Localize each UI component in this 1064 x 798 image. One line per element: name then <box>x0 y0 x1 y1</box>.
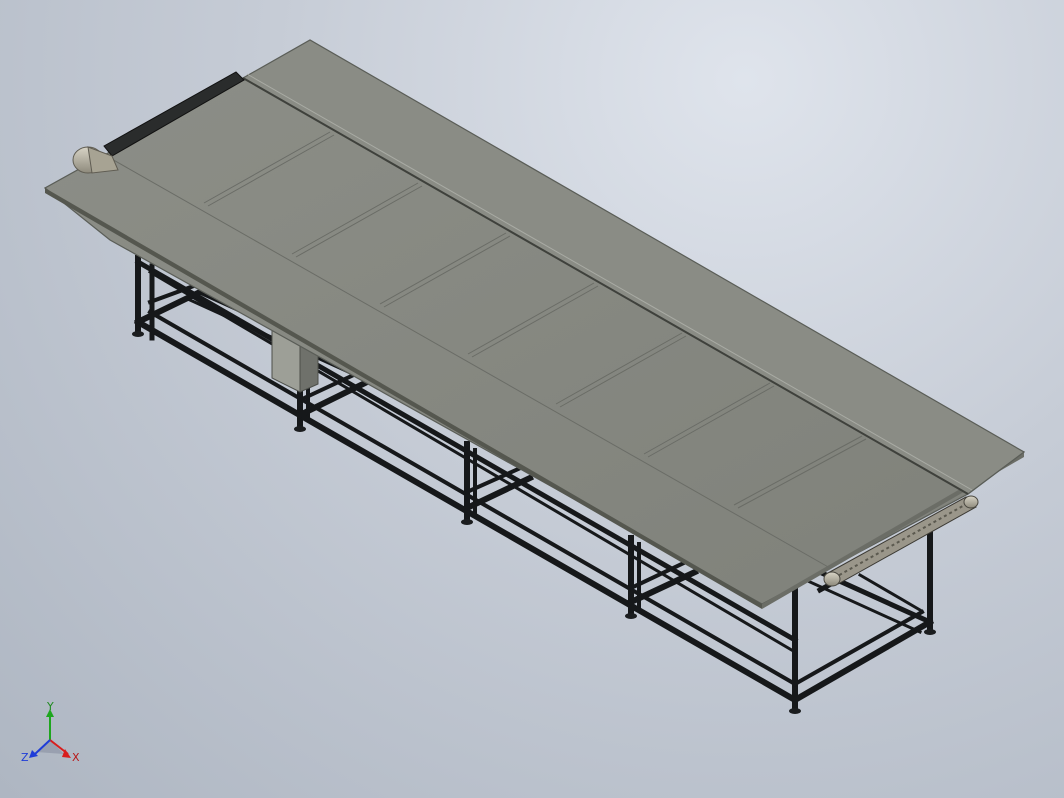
leveling-foot <box>294 426 306 432</box>
leveling-foot <box>461 519 473 525</box>
graphics-viewport[interactable]: Y X Z <box>0 0 1064 798</box>
y-axis-label: Y <box>46 700 54 713</box>
conveyor-belt <box>43 77 1026 605</box>
frame-cross-member <box>792 609 925 687</box>
leveling-foot <box>789 708 801 714</box>
conveyor-model[interactable] <box>0 0 1064 798</box>
z-axis-label: Z <box>21 751 29 764</box>
leveling-foot <box>132 331 144 337</box>
leveling-foot <box>625 613 637 619</box>
x-axis-label: X <box>72 751 80 764</box>
leveling-foot <box>924 629 936 635</box>
coordinate-triad: Y X Z <box>21 700 80 764</box>
frame-cross-member <box>790 617 935 705</box>
